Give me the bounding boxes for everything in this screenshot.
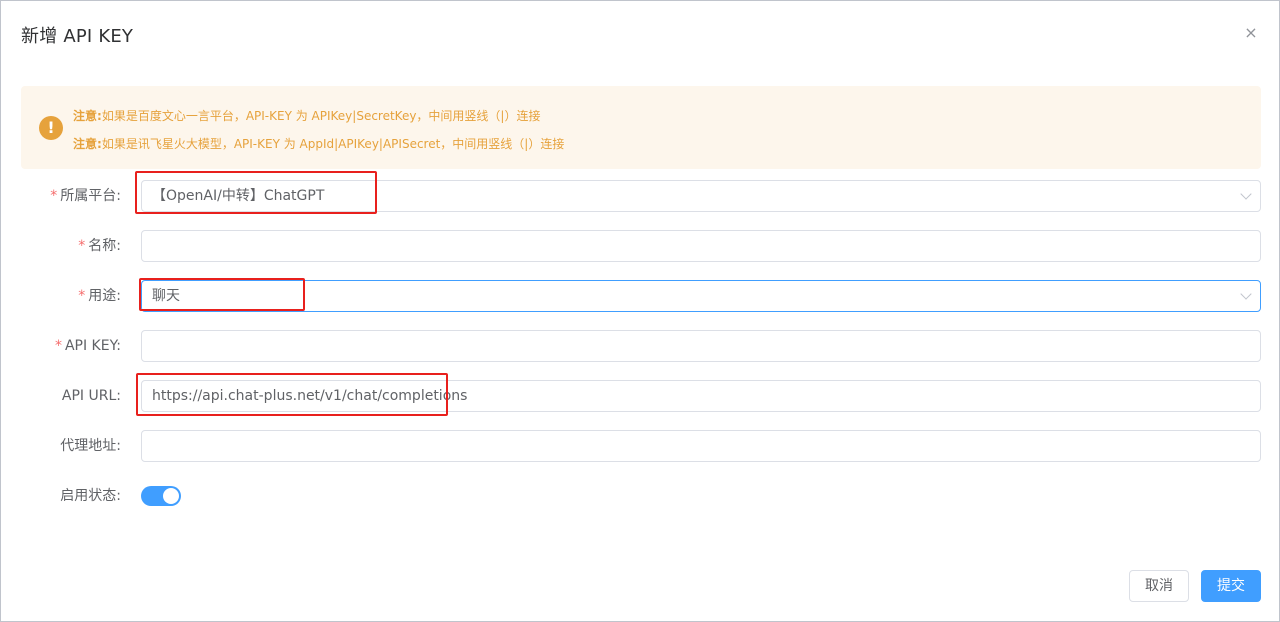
dialog-title: 新增 API KEY [21, 26, 134, 47]
api-key-label: * API KEY: [55, 330, 121, 362]
form-row-platform: * 所属平台: 【OpenAI/中转】ChatGPT [1, 180, 1280, 212]
name-label-text: 名称: [88, 238, 121, 254]
alert-text: 如果是百度文心一言平台，API-KEY 为 APIKey|SecretKey，中… [101, 109, 541, 123]
proxy-label: 代理地址: [60, 438, 121, 454]
usage-label: * 用途: [78, 280, 121, 312]
api-url-input[interactable]: https://api.chat-plus.net/v1/chat/comple… [141, 380, 1261, 412]
close-icon[interactable]: × [1241, 23, 1261, 43]
chevron-down-icon [1240, 288, 1252, 300]
enabled-toggle[interactable] [141, 486, 181, 506]
chevron-down-icon [1240, 188, 1252, 200]
api-key-input[interactable] [141, 330, 1261, 362]
warning-icon: ! [39, 116, 63, 140]
required-mark: * [78, 238, 86, 254]
toggle-knob [163, 488, 179, 504]
required-mark: * [50, 188, 58, 204]
form-row-api-key: * API KEY: [1, 330, 1280, 362]
platform-select[interactable]: 【OpenAI/中转】ChatGPT [141, 180, 1261, 212]
form-row-name: * 名称: [1, 230, 1280, 262]
cancel-button[interactable]: 取消 [1129, 570, 1189, 602]
usage-label-text: 用途: [88, 288, 121, 304]
add-api-key-dialog: 新增 API KEY × ! 注意:如果是百度文心一言平台，API-KEY 为 … [0, 0, 1280, 622]
alert-text: 如果是讯飞星火大模型，API-KEY 为 AppId|APIKey|APISec… [101, 137, 565, 151]
form-row-enabled: 启用状态: [1, 480, 1280, 512]
required-mark: * [54, 338, 62, 354]
name-label: * 名称: [78, 230, 121, 262]
form-row-proxy: 代理地址: [1, 430, 1280, 462]
alert-line-1: 注意:如果是百度文心一言平台，API-KEY 为 APIKey|SecretKe… [73, 107, 540, 124]
api-key-label-text: API KEY: [64, 338, 121, 354]
form-row-usage: * 用途: 聊天 [1, 280, 1280, 312]
usage-select[interactable]: 聊天 [141, 280, 1261, 312]
warning-alert: ! 注意:如果是百度文心一言平台，API-KEY 为 APIKey|Secret… [21, 86, 1261, 169]
form-row-api-url: API URL: https://api.chat-plus.net/v1/ch… [1, 380, 1280, 412]
api-url-label: API URL: [61, 388, 121, 404]
platform-value: 【OpenAI/中转】ChatGPT [152, 188, 325, 204]
alert-prefix: 注意: [73, 137, 102, 151]
name-input[interactable] [141, 230, 1261, 262]
platform-label-text: 所属平台: [60, 188, 121, 204]
enabled-label: 启用状态: [60, 488, 121, 504]
alert-line-2: 注意:如果是讯飞星火大模型，API-KEY 为 AppId|APIKey|API… [73, 135, 564, 152]
platform-label: * 所属平台: [50, 180, 121, 212]
required-mark: * [78, 288, 86, 304]
usage-value: 聊天 [152, 288, 180, 304]
submit-button[interactable]: 提交 [1201, 570, 1261, 602]
alert-prefix: 注意: [73, 109, 102, 123]
proxy-input[interactable] [141, 430, 1261, 462]
